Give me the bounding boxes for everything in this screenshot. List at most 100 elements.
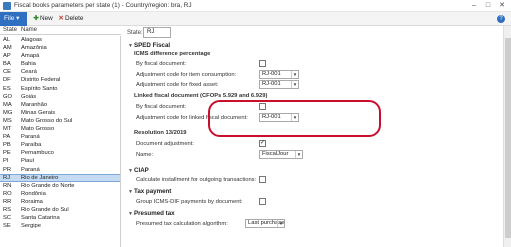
state-code: SE [3,223,11,230]
ciap-calc-checkbox[interactable] [259,176,266,183]
list-item[interactable]: RR Roraima [0,198,120,206]
list-item[interactable]: AL Alagoas [0,36,120,44]
list-item[interactable]: PE Pernambuco [0,149,120,157]
maximize-button[interactable]: □ [481,1,495,11]
help-icon[interactable]: ? [497,15,505,23]
state-code: PB [3,142,11,149]
scrollbar-thumb[interactable] [505,38,511,238]
state-name: Piauí [21,158,35,165]
list-item[interactable]: SC Santa Catarina [0,214,120,222]
state-name: Mato Grosso [21,126,55,133]
section-tax-payment[interactable]: ▼Tax payment [128,188,171,195]
list-item[interactable]: ES Espírito Santo [0,85,120,93]
list-item[interactable]: PB Paraíba [0,141,120,149]
by-fiscal-document-checkbox[interactable] [259,60,266,67]
list-item[interactable]: GO Goiás [0,93,120,101]
state-name: Alagoas [21,37,42,43]
state-name: Mato Grosso do Sul [21,117,73,124]
list-item[interactable]: MT Mato Grosso [0,125,120,133]
tax-group-label: Group ICMS-DIF payments by document: [136,199,243,205]
document-adjustment-label: Document adjustment: [136,141,194,147]
state-name: Maranhão [21,101,48,108]
list-item[interactable]: PI Piauí [0,157,120,165]
adjustment-item-combo[interactable]: RJ-001 ▼ [259,70,299,79]
state-code: BA [3,61,11,68]
list-item[interactable]: MA Maranhão [0,101,120,109]
list-item[interactable]: RJ Rio de Janeiro [0,173,120,182]
state-list: AL Alagoas AM Amazônia AP Amapá BA Bahia CE Ceará… [0,36,121,247]
state-name: Paraná [21,166,40,173]
delete-icon: ✕ [58,15,64,22]
minimize-button[interactable]: – [467,1,481,11]
presumed-algo-combo[interactable]: Last purchase ▼ [245,219,285,228]
file-menu-button[interactable]: File ▾ [0,12,27,26]
list-item[interactable]: RO Rondônia [0,190,120,198]
name-combo[interactable]: FiscalJour ▼ [259,150,303,159]
list-item[interactable]: PA Paraná [0,133,120,141]
list-item[interactable]: AM Amazônia [0,44,120,52]
state-name: Amapá [21,53,40,60]
state-code: RS [3,206,12,213]
app-icon [3,2,11,10]
state-name: Rio de Janeiro [21,174,59,181]
state-code: GO [3,93,13,100]
column-header-name[interactable]: Name [21,27,37,33]
state-name: Ceará [21,69,37,76]
linked-fiscal-document-heading: Linked fiscal document (CFOPs 5.929 and … [134,93,268,99]
list-item[interactable]: CE Ceará [0,68,120,76]
close-button[interactable]: ✕ [495,1,509,11]
state-name: Rio Grande do Norte [21,182,75,189]
action-pane: File ▾ ✚New ✕Delete ? [0,12,511,26]
list-item[interactable]: DF Distrito Federal [0,76,120,84]
list-header: State Name [0,26,121,35]
state-code: RO [3,190,12,197]
state-code: MS [3,117,12,124]
state-name: Roraima [21,198,43,205]
state-name: Rondônia [21,190,46,197]
state-code: MT [3,126,12,133]
list-item[interactable]: PR Paraná [0,166,120,174]
state-code: PI [3,158,9,165]
ciap-calc-label: Calculate installment for outgoing trans… [136,177,257,183]
list-item[interactable]: BA Bahia [0,60,120,68]
presumed-algo-label: Presumed tax calculation algorithm: [136,221,228,227]
state-name: Distrito Federal [21,77,61,84]
state-name: Rio Grande do Sul [21,206,69,213]
highlight-annotation [208,100,381,137]
delete-button[interactable]: ✕Delete [57,12,83,26]
new-icon: ✚ [33,15,39,22]
state-field[interactable]: RJ [143,27,171,38]
state-code: MA [3,101,12,108]
chevron-down-icon: ▼ [291,81,298,88]
chevron-down-icon: ▼ [295,151,302,158]
state-code: RR [3,198,12,205]
by-fiscal-document-label-2: By fiscal document: [136,104,187,110]
state-name: Pernambuco [21,150,54,157]
list-item[interactable]: RN Rio Grande do Norte [0,182,120,190]
state-label: State: [127,30,143,36]
document-adjustment-checkbox[interactable]: ✓ [259,140,266,147]
state-code: AL [3,37,11,43]
detail-scrollbar[interactable] [503,26,511,247]
state-code: RJ [3,174,11,181]
state-code: SC [3,215,12,222]
name-label: Name: [136,152,154,158]
state-name: Amazônia [21,45,47,52]
section-presumed-tax[interactable]: ▼Presumed tax [128,210,175,217]
list-item[interactable]: MG Minas Gerais [0,109,120,117]
adjustment-fixed-asset-combo[interactable]: RJ-001 ▼ [259,80,299,89]
column-header-state[interactable]: State [3,27,17,33]
adjustment-fixed-asset-label: Adjustment code for fixed asset: [136,82,219,88]
list-item[interactable]: AP Amapá [0,52,120,60]
section-ciap[interactable]: ▼CIAP [128,167,149,174]
tax-group-checkbox[interactable] [259,198,266,205]
state-name: Paraná [21,134,40,141]
list-item[interactable]: RS Rio Grande do Sul [0,206,120,214]
state-code: PR [3,166,12,173]
state-code: PE [3,150,11,157]
list-item[interactable]: MS Mato Grosso do Sul [0,117,120,125]
list-item[interactable]: SE Sergipe [0,222,120,230]
section-sped-fiscal[interactable]: ▼SPED Fiscal [128,42,170,49]
new-button[interactable]: ✚New [32,12,52,26]
state-name: Sergipe [21,223,41,230]
